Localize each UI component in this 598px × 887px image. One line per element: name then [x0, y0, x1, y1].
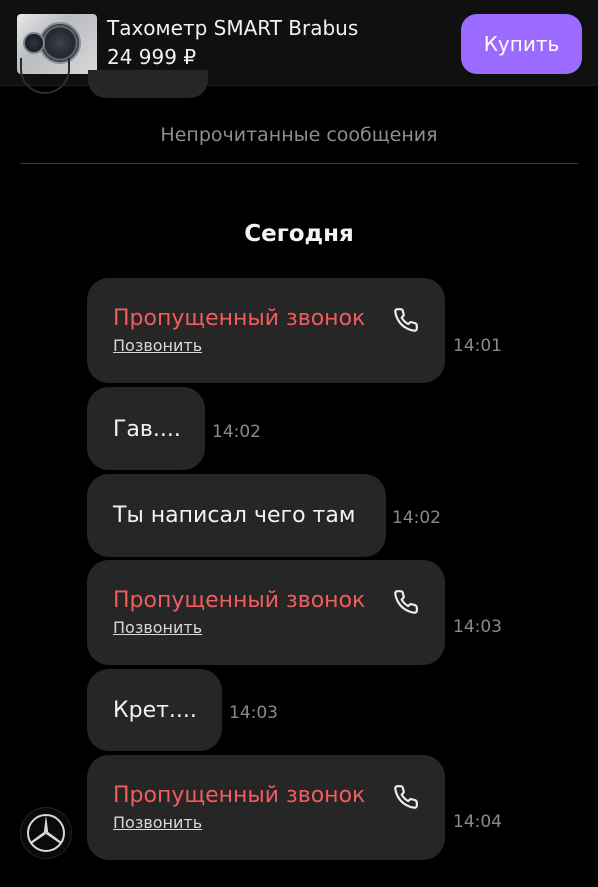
message-time: 14:02 — [212, 422, 261, 442]
phone-icon[interactable] — [393, 307, 419, 333]
missed-call-message[interactable]: Пропущенный звонок Позвонить — [87, 560, 445, 665]
unread-divider-line — [20, 163, 578, 164]
sender-avatar[interactable] — [20, 807, 72, 859]
message-time: 14:01 — [453, 336, 502, 356]
previous-message-bubble — [88, 70, 208, 98]
previous-avatar — [20, 58, 70, 94]
mercedes-logo-icon — [27, 814, 65, 852]
message-time: 14:03 — [453, 617, 502, 637]
unread-divider-label: Непрочитанные сообщения — [160, 124, 438, 146]
missed-call-title: Пропущенный звонок — [113, 306, 366, 331]
missed-call-title: Пропущенный звонок — [113, 783, 366, 808]
product-price: 24 999 ₽ — [107, 45, 197, 69]
message-time: 14:04 — [453, 812, 502, 832]
missed-call-message[interactable]: Пропущенный звонок Позвонить — [87, 278, 445, 383]
missed-call-message[interactable]: Пропущенный звонок Позвонить — [87, 755, 445, 860]
tachometer-small-dial-icon — [23, 32, 45, 54]
product-title[interactable]: Тахометр SMART Brabus — [107, 16, 358, 40]
call-back-link[interactable]: Позвонить — [113, 813, 202, 832]
text-message[interactable]: Гав.... — [87, 387, 205, 470]
call-back-link[interactable]: Позвонить — [113, 618, 202, 637]
text-message[interactable]: Крет.... — [87, 669, 222, 751]
message-text: Гав.... — [113, 417, 181, 442]
text-message[interactable]: Ты написал чего там — [87, 474, 386, 557]
date-header: Сегодня — [244, 221, 354, 247]
message-text: Ты написал чего там — [113, 503, 356, 528]
message-time: 14:03 — [229, 703, 278, 723]
call-back-link[interactable]: Позвонить — [113, 336, 202, 355]
phone-icon[interactable] — [393, 589, 419, 615]
message-text: Крет.... — [113, 698, 197, 723]
phone-icon[interactable] — [393, 784, 419, 810]
message-time: 14:02 — [392, 508, 441, 528]
buy-button[interactable]: Купить — [461, 14, 582, 74]
missed-call-title: Пропущенный звонок — [113, 588, 366, 613]
